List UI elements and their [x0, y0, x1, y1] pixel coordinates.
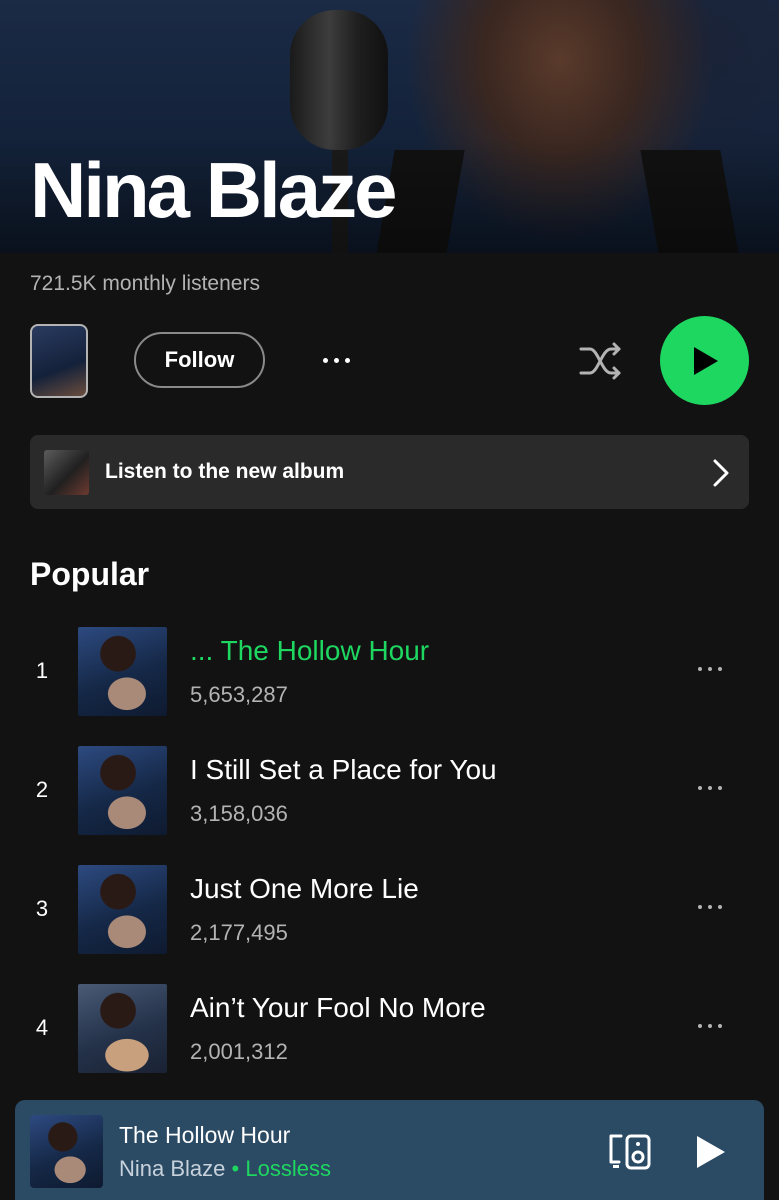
now-playing-art — [30, 1115, 103, 1188]
track-row[interactable]: 2 I Still Set a Place for You 3,158,036 — [0, 746, 779, 836]
track-plays: 2,177,495 — [190, 920, 288, 945]
shuffle-icon — [579, 342, 621, 380]
track-number: 1 — [35, 658, 49, 683]
connect-device-icon — [609, 1134, 651, 1170]
track-title: ... The Hollow Hour — [190, 635, 430, 666]
play-button[interactable] — [660, 316, 749, 405]
mini-play-button[interactable] — [693, 1133, 729, 1171]
banner-label: Listen to the new album — [105, 460, 345, 483]
more-icon — [698, 667, 702, 671]
audio-quality-badge: Lossless — [245, 1156, 331, 1181]
new-album-banner[interactable]: Listen to the new album — [30, 435, 749, 509]
follow-button[interactable]: Follow — [134, 332, 265, 388]
track-plays: 3,158,036 — [190, 801, 288, 826]
more-icon — [698, 1024, 702, 1028]
now-playing-artist: Nina Blaze — [119, 1156, 226, 1181]
track-number: 4 — [35, 1015, 49, 1040]
now-playing-title: The Hollow Hour — [119, 1122, 291, 1148]
track-title: Just One More Lie — [190, 873, 419, 904]
track-row[interactable]: 4 Ain’t Your Fool No More 2,001,312 — [0, 984, 779, 1074]
track-title: Ain’t Your Fool No More — [190, 992, 486, 1023]
track-plays: 2,001,312 — [190, 1039, 288, 1064]
more-options-button[interactable] — [314, 342, 358, 378]
track-art — [78, 865, 167, 954]
chevron-right-icon — [713, 459, 729, 487]
album-art — [44, 449, 89, 495]
track-more-button[interactable] — [698, 667, 722, 671]
play-icon — [697, 1136, 725, 1168]
artist-name: Nina Blaze — [30, 146, 397, 234]
monthly-listeners: 721.5K monthly listeners — [30, 272, 260, 295]
shuffle-button[interactable] — [578, 340, 624, 382]
more-icon — [698, 905, 702, 909]
artist-hero-image: Nina Blaze — [0, 0, 779, 253]
track-more-button[interactable] — [698, 786, 722, 790]
track-more-button[interactable] — [698, 1024, 722, 1028]
track-row[interactable]: 3 Just One More Lie 2,177,495 — [0, 865, 779, 955]
track-more-button[interactable] — [698, 905, 722, 909]
artist-cover-thumbnail[interactable] — [30, 324, 88, 398]
track-art — [78, 746, 167, 835]
play-icon — [693, 346, 718, 375]
track-plays: 5,653,287 — [190, 682, 288, 707]
track-art — [78, 627, 167, 716]
connect-device-button[interactable] — [607, 1132, 655, 1172]
track-row[interactable]: 1 ... The Hollow Hour 5,653,287 — [0, 627, 779, 717]
track-number: 2 — [35, 777, 49, 802]
separator-dot: • — [231, 1156, 240, 1181]
now-playing-subtitle: Nina Blaze • Lossless — [119, 1156, 331, 1182]
mini-player[interactable]: The Hollow Hour Nina Blaze • Lossless — [15, 1100, 764, 1200]
more-icon — [322, 357, 328, 363]
track-art — [78, 984, 167, 1073]
track-number: 3 — [35, 896, 49, 921]
more-icon — [698, 786, 702, 790]
track-title: I Still Set a Place for You — [190, 754, 497, 785]
popular-heading: Popular — [30, 556, 150, 592]
